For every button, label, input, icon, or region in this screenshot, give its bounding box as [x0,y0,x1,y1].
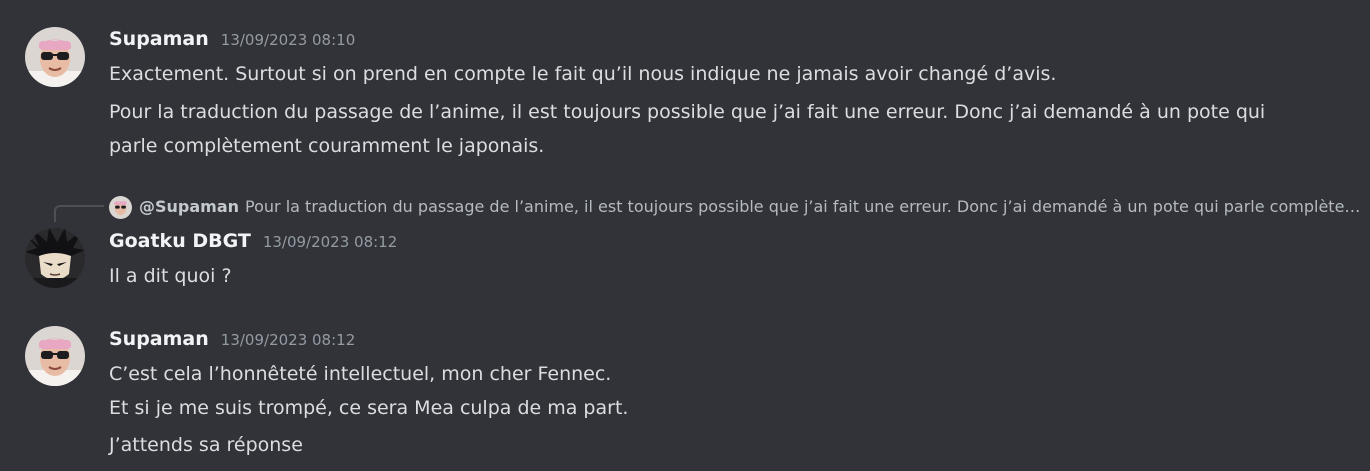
message-line: Et si je me suis trompé, ce sera Mea cul… [109,397,629,419]
timestamp: 13/09/2023 08:12 [220,331,356,349]
reply-mention[interactable]: @Supaman [139,197,239,216]
message-line: Il a dit quoi ? [109,265,232,287]
goatku-avatar-icon [25,228,85,288]
timestamp: 13/09/2023 08:10 [220,31,356,49]
author-name[interactable]: Goatku DBGT [109,230,251,252]
avatar[interactable] [25,27,85,87]
reply-reference[interactable]: @Supaman Pour la traduction du passage de… [0,193,1370,222]
message-header: Goatku DBGT 13/09/2023 08:12 [109,230,397,252]
message-line: J’attends sa réponse [109,434,303,456]
message-line: C’est cela l’honnêteté intellectuel, mon… [109,363,612,385]
reply-preview[interactable]: @Supaman Pour la traduction du passage de… [139,195,1367,219]
reply-preview-text: Pour la traduction du passage de l’anime… [245,197,1367,216]
message-line: parle complètement couramment le japonai… [109,135,545,157]
avatar[interactable] [25,326,85,386]
message-line: Pour la traduction du passage de l’anime… [109,101,1266,123]
supaman-avatar-icon [25,326,85,386]
reply-avatar[interactable] [109,196,132,219]
message-header: Supaman 13/09/2023 08:10 [109,28,355,50]
author-name[interactable]: Supaman [109,328,209,350]
author-name[interactable]: Supaman [109,28,209,50]
supaman-avatar-icon [25,27,85,87]
message-line: Exactement. Surtout si on prend en compt… [109,63,1057,85]
reply-connector [54,205,104,222]
message-header: Supaman 13/09/2023 08:12 [109,328,355,350]
avatar[interactable] [25,228,85,288]
timestamp: 13/09/2023 08:12 [262,233,398,251]
supaman-avatar-icon [109,196,132,219]
